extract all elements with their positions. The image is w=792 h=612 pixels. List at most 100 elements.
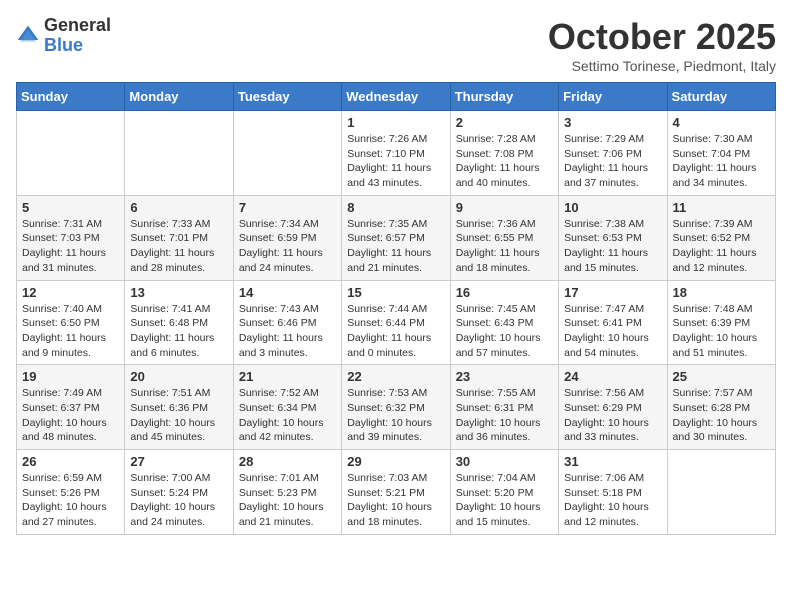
calendar-day-cell bbox=[17, 111, 125, 196]
day-number: 27 bbox=[130, 454, 227, 469]
calendar-day-cell: 29Sunrise: 7:03 AM Sunset: 5:21 PM Dayli… bbox=[342, 450, 450, 535]
calendar-day-cell: 10Sunrise: 7:38 AM Sunset: 6:53 PM Dayli… bbox=[559, 195, 667, 280]
day-info: Sunrise: 7:36 AM Sunset: 6:55 PM Dayligh… bbox=[456, 217, 553, 276]
calendar-day-cell: 13Sunrise: 7:41 AM Sunset: 6:48 PM Dayli… bbox=[125, 280, 233, 365]
calendar-day-cell: 11 Sunrise: 7:39 AM Sunset: 6:52 PM Dayli… bbox=[667, 195, 775, 280]
day-info: Sunrise: 7:45 AM Sunset: 6:43 PM Dayligh… bbox=[456, 302, 553, 361]
calendar-day-cell: 20 Sunrise: 7:51 AM Sunset: 6:36 PM Dayli… bbox=[125, 365, 233, 450]
calendar-header-row: SundayMondayTuesdayWednesdayThursdayFrid… bbox=[17, 83, 776, 111]
calendar-day-header: Thursday bbox=[450, 83, 558, 111]
calendar-day-header: Wednesday bbox=[342, 83, 450, 111]
calendar-day-header: Monday bbox=[125, 83, 233, 111]
calendar-day-cell: 3Sunrise: 7:29 AM Sunset: 7:06 PM Daylig… bbox=[559, 111, 667, 196]
day-info: Sunrise: 7:30 AM Sunset: 7:04 PM Dayligh… bbox=[673, 132, 770, 191]
calendar-day-cell: 15 Sunrise: 7:44 AM Sunset: 6:44 PM Dayli… bbox=[342, 280, 450, 365]
day-number: 9 bbox=[456, 200, 553, 215]
calendar-day-cell: 18Sunrise: 7:48 AM Sunset: 6:39 PM Dayli… bbox=[667, 280, 775, 365]
day-number: 10 bbox=[564, 200, 661, 215]
calendar-day-header: Friday bbox=[559, 83, 667, 111]
day-info: Sunrise: 7:49 AM Sunset: 6:37 PM Dayligh… bbox=[22, 386, 119, 445]
day-number: 5 bbox=[22, 200, 119, 215]
page-header: General Blue October 2025 Settimo Torine… bbox=[16, 16, 776, 74]
day-info: Sunrise: 7:57 AM Sunset: 6:28 PM Dayligh… bbox=[673, 386, 770, 445]
day-info: Sunrise: 7:35 AM Sunset: 6:57 PM Dayligh… bbox=[347, 217, 444, 276]
calendar-day-cell: 8 Sunrise: 7:35 AM Sunset: 6:57 PM Daylig… bbox=[342, 195, 450, 280]
calendar-day-cell: 30Sunrise: 7:04 AM Sunset: 5:20 PM Dayli… bbox=[450, 450, 558, 535]
calendar-day-cell: 5 Sunrise: 7:31 AM Sunset: 7:03 PM Daylig… bbox=[17, 195, 125, 280]
calendar-day-cell: 21 Sunrise: 7:52 AM Sunset: 6:34 PM Dayli… bbox=[233, 365, 341, 450]
calendar-day-header: Tuesday bbox=[233, 83, 341, 111]
logo-icon bbox=[16, 24, 40, 48]
calendar-week-row: 12 Sunrise: 7:40 AM Sunset: 6:50 PM Dayli… bbox=[17, 280, 776, 365]
day-number: 14 bbox=[239, 285, 336, 300]
day-info: Sunrise: 7:52 AM Sunset: 6:34 PM Dayligh… bbox=[239, 386, 336, 445]
calendar-day-header: Saturday bbox=[667, 83, 775, 111]
day-number: 1 bbox=[347, 115, 444, 130]
day-info: Sunrise: 7:39 AM Sunset: 6:52 PM Dayligh… bbox=[673, 217, 770, 276]
calendar-week-row: 19 Sunrise: 7:49 AM Sunset: 6:37 PM Dayli… bbox=[17, 365, 776, 450]
calendar-week-row: 26Sunrise: 6:59 AM Sunset: 5:26 PM Dayli… bbox=[17, 450, 776, 535]
calendar-day-cell: 1 Sunrise: 7:26 AM Sunset: 7:10 PM Daylig… bbox=[342, 111, 450, 196]
day-number: 24 bbox=[564, 369, 661, 384]
day-number: 8 bbox=[347, 200, 444, 215]
day-info: Sunrise: 7:26 AM Sunset: 7:10 PM Dayligh… bbox=[347, 132, 444, 191]
day-number: 16 bbox=[456, 285, 553, 300]
day-info: Sunrise: 7:03 AM Sunset: 5:21 PM Dayligh… bbox=[347, 471, 444, 530]
calendar-day-cell: 19 Sunrise: 7:49 AM Sunset: 6:37 PM Dayli… bbox=[17, 365, 125, 450]
calendar-day-cell: 22 Sunrise: 7:53 AM Sunset: 6:32 PM Dayli… bbox=[342, 365, 450, 450]
day-info: Sunrise: 7:40 AM Sunset: 6:50 PM Dayligh… bbox=[22, 302, 119, 361]
calendar-day-cell: 4 Sunrise: 7:30 AM Sunset: 7:04 PM Daylig… bbox=[667, 111, 775, 196]
day-number: 12 bbox=[22, 285, 119, 300]
day-number: 13 bbox=[130, 285, 227, 300]
day-number: 7 bbox=[239, 200, 336, 215]
logo-general-text: General bbox=[44, 16, 111, 36]
day-number: 31 bbox=[564, 454, 661, 469]
logo: General Blue bbox=[16, 16, 111, 56]
calendar-table: SundayMondayTuesdayWednesdayThursdayFrid… bbox=[16, 82, 776, 535]
calendar-day-cell bbox=[667, 450, 775, 535]
day-number: 26 bbox=[22, 454, 119, 469]
calendar-day-cell: 14 Sunrise: 7:43 AM Sunset: 6:46 PM Dayli… bbox=[233, 280, 341, 365]
day-info: Sunrise: 7:31 AM Sunset: 7:03 PM Dayligh… bbox=[22, 217, 119, 276]
day-number: 19 bbox=[22, 369, 119, 384]
day-number: 11 bbox=[673, 200, 770, 215]
day-info: Sunrise: 7:34 AM Sunset: 6:59 PM Dayligh… bbox=[239, 217, 336, 276]
day-info: Sunrise: 7:43 AM Sunset: 6:46 PM Dayligh… bbox=[239, 302, 336, 361]
day-number: 4 bbox=[673, 115, 770, 130]
calendar-day-cell: 31 Sunrise: 7:06 AM Sunset: 5:18 PM Dayli… bbox=[559, 450, 667, 535]
day-number: 15 bbox=[347, 285, 444, 300]
day-number: 28 bbox=[239, 454, 336, 469]
day-info: Sunrise: 7:53 AM Sunset: 6:32 PM Dayligh… bbox=[347, 386, 444, 445]
calendar-day-cell: 16 Sunrise: 7:45 AM Sunset: 6:43 PM Dayli… bbox=[450, 280, 558, 365]
day-number: 25 bbox=[673, 369, 770, 384]
day-info: Sunrise: 7:44 AM Sunset: 6:44 PM Dayligh… bbox=[347, 302, 444, 361]
day-info: Sunrise: 7:00 AM Sunset: 5:24 PM Dayligh… bbox=[130, 471, 227, 530]
day-info: Sunrise: 7:33 AM Sunset: 7:01 PM Dayligh… bbox=[130, 217, 227, 276]
day-number: 17 bbox=[564, 285, 661, 300]
calendar-day-cell: 17 Sunrise: 7:47 AM Sunset: 6:41 PM Dayli… bbox=[559, 280, 667, 365]
day-number: 21 bbox=[239, 369, 336, 384]
day-info: Sunrise: 7:01 AM Sunset: 5:23 PM Dayligh… bbox=[239, 471, 336, 530]
day-number: 3 bbox=[564, 115, 661, 130]
calendar-body: 1 Sunrise: 7:26 AM Sunset: 7:10 PM Daylig… bbox=[17, 111, 776, 535]
day-number: 20 bbox=[130, 369, 227, 384]
day-number: 6 bbox=[130, 200, 227, 215]
logo-blue-text: Blue bbox=[44, 36, 111, 56]
day-info: Sunrise: 7:04 AM Sunset: 5:20 PM Dayligh… bbox=[456, 471, 553, 530]
day-info: Sunrise: 7:47 AM Sunset: 6:41 PM Dayligh… bbox=[564, 302, 661, 361]
calendar-day-cell: 26Sunrise: 6:59 AM Sunset: 5:26 PM Dayli… bbox=[17, 450, 125, 535]
calendar-day-cell: 28 Sunrise: 7:01 AM Sunset: 5:23 PM Dayli… bbox=[233, 450, 341, 535]
day-number: 2 bbox=[456, 115, 553, 130]
calendar-day-cell: 12 Sunrise: 7:40 AM Sunset: 6:50 PM Dayli… bbox=[17, 280, 125, 365]
day-number: 22 bbox=[347, 369, 444, 384]
calendar-day-cell: 23Sunrise: 7:55 AM Sunset: 6:31 PM Dayli… bbox=[450, 365, 558, 450]
day-info: Sunrise: 7:06 AM Sunset: 5:18 PM Dayligh… bbox=[564, 471, 661, 530]
month-title: October 2025 bbox=[548, 16, 776, 58]
calendar-day-cell: 2 Sunrise: 7:28 AM Sunset: 7:08 PM Daylig… bbox=[450, 111, 558, 196]
day-info: Sunrise: 7:28 AM Sunset: 7:08 PM Dayligh… bbox=[456, 132, 553, 191]
day-info: Sunrise: 7:51 AM Sunset: 6:36 PM Dayligh… bbox=[130, 386, 227, 445]
title-block: October 2025 Settimo Torinese, Piedmont,… bbox=[548, 16, 776, 74]
day-number: 18 bbox=[673, 285, 770, 300]
calendar-day-cell: 24Sunrise: 7:56 AM Sunset: 6:29 PM Dayli… bbox=[559, 365, 667, 450]
day-info: Sunrise: 7:55 AM Sunset: 6:31 PM Dayligh… bbox=[456, 386, 553, 445]
